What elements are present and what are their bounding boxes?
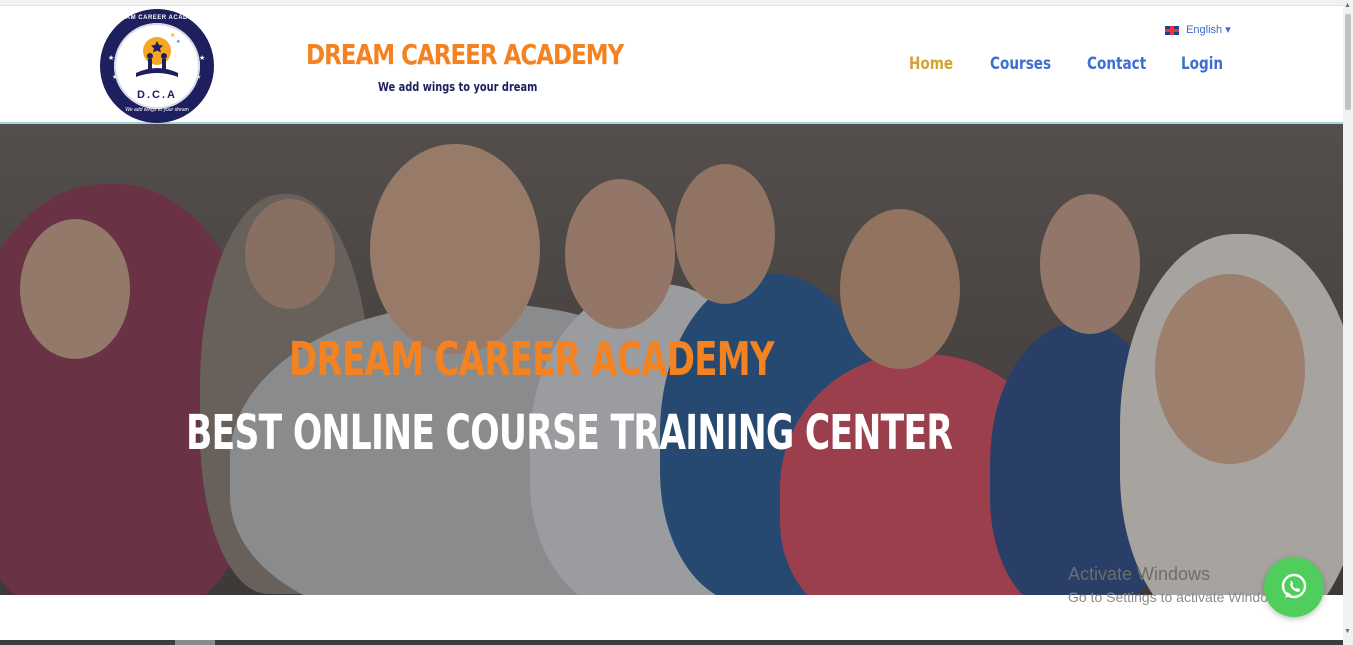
svg-text:★: ★: [176, 39, 181, 45]
nav-login[interactable]: Login: [1181, 54, 1223, 74]
scroll-thumb[interactable]: [1345, 14, 1351, 110]
logo-center-text: D.C.A: [137, 89, 177, 101]
whatsapp-icon: [1281, 573, 1307, 599]
language-selector[interactable]: English ▾: [1165, 23, 1231, 36]
svg-text:★: ★: [170, 32, 175, 39]
activate-windows-title: Activate Windows: [1068, 564, 1211, 584]
brand-tagline: We add wings to your dream: [378, 80, 538, 94]
site-header: DREAM CAREER ACADEMY ★ ★ ★ ★ ★ ★ D.C.A W…: [0, 6, 1343, 124]
nav-contact[interactable]: Contact: [1087, 54, 1146, 74]
whatsapp-chat-button[interactable]: [1264, 557, 1324, 617]
hero-banner: DREAM CAREER ACADEMY BEST ONLINE COURSE …: [0, 124, 1343, 595]
graduate-emblem-icon: ★ ★: [136, 32, 181, 77]
activate-windows-hint: Go to Settings to activate Windows.: [1068, 589, 1289, 605]
brand-title: DREAM CAREER ACADEMY: [306, 38, 624, 71]
nav-courses[interactable]: Courses: [990, 54, 1051, 74]
academy-logo[interactable]: DREAM CAREER ACADEMY ★ ★ ★ ★ ★ ★ D.C.A W…: [100, 9, 214, 123]
logo-ring-text: DREAM CAREER ACADEMY: [111, 15, 203, 21]
scroll-down-arrow-icon[interactable]: ▼: [1344, 628, 1351, 635]
hero-title: DREAM CAREER ACADEMY: [289, 332, 775, 386]
hero-subtitle: BEST ONLINE COURSE TRAINING CENTER: [186, 405, 953, 461]
nav-home[interactable]: Home: [909, 54, 953, 74]
uk-flag-icon: [1165, 25, 1179, 35]
page-scrollbar[interactable]: ▲ ▼: [1343, 0, 1353, 645]
horizontal-scroll-thumb[interactable]: [175, 640, 215, 645]
logo-inner-circle: ★ ★ D.C.A: [114, 23, 200, 109]
scroll-up-arrow-icon[interactable]: ▲: [1344, 2, 1351, 9]
language-label: English: [1186, 24, 1223, 36]
horizontal-scrollbar[interactable]: [0, 640, 1343, 645]
logo-ring-subtext: We add wings to your dream: [125, 107, 189, 113]
chevron-down-icon: ▾: [1225, 24, 1231, 36]
